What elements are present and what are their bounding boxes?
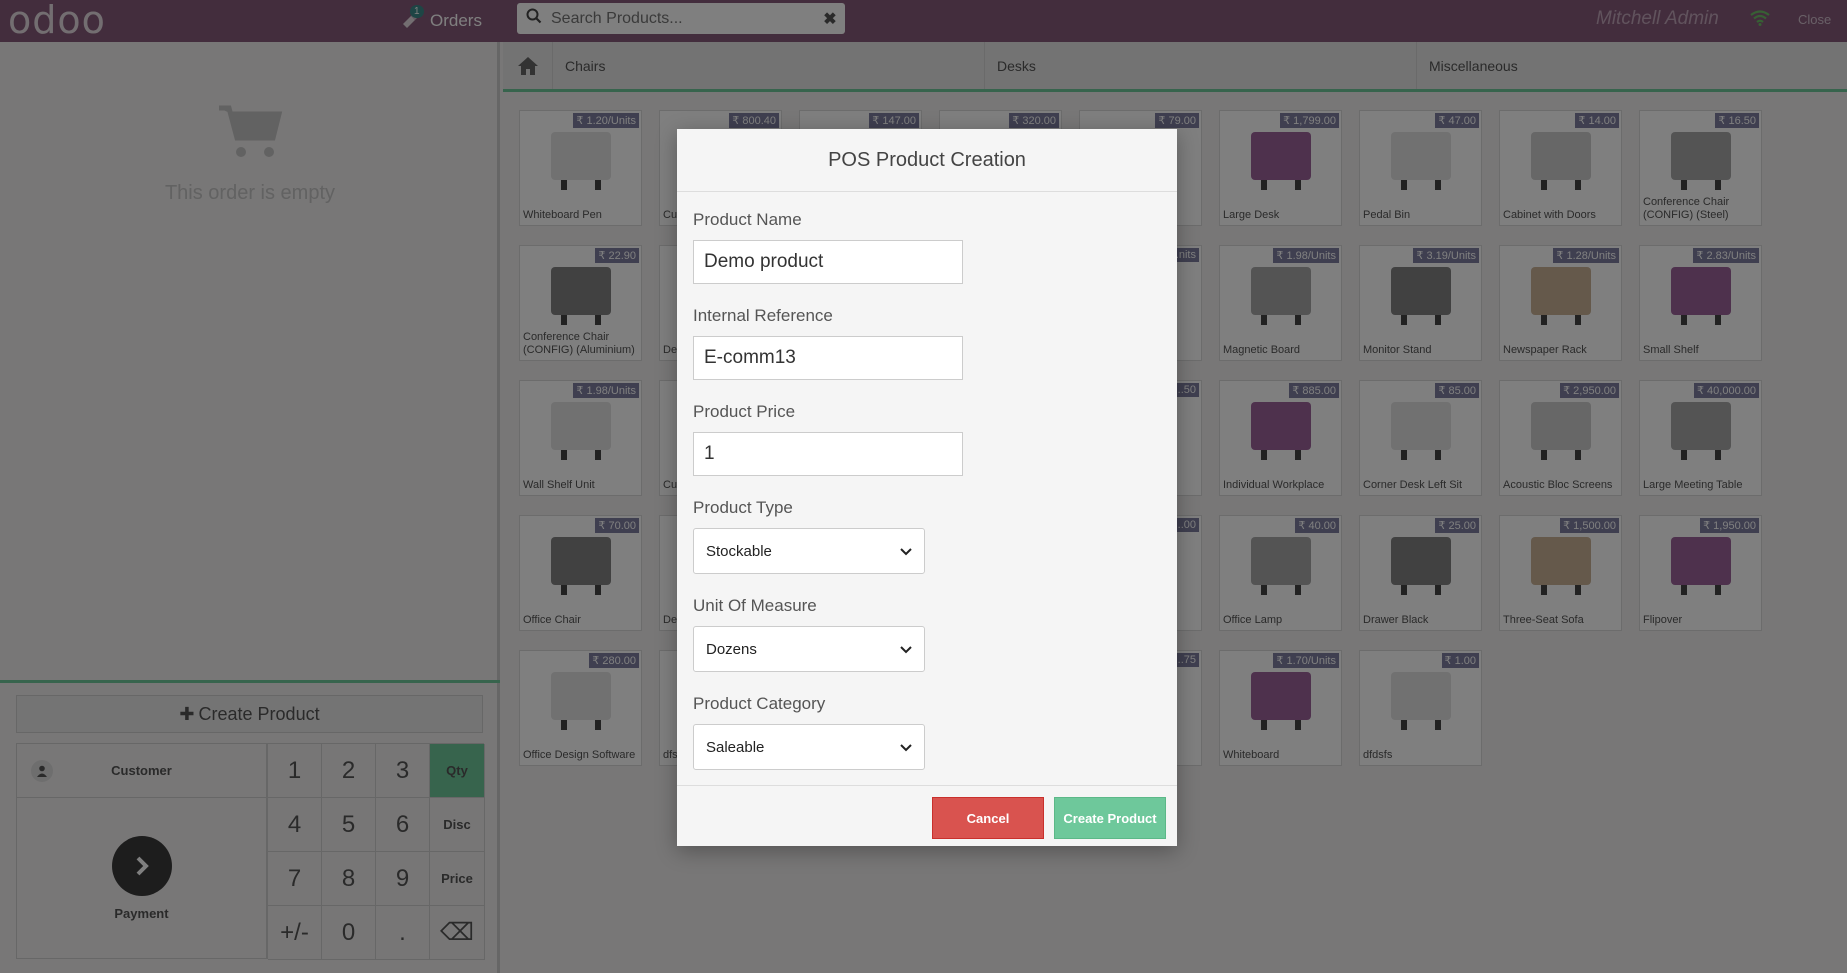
- create-product-confirm-button[interactable]: Create Product: [1054, 797, 1166, 839]
- internal-reference-label: Internal Reference: [693, 306, 833, 325]
- product-creation-dialog: POS Product Creation Product Name Intern…: [677, 129, 1177, 846]
- dialog-title: POS Product Creation: [677, 129, 1177, 192]
- product-type-select[interactable]: Stockable: [693, 528, 925, 574]
- dialog-footer: Cancel Create Product: [677, 785, 1177, 846]
- cancel-button[interactable]: Cancel: [932, 797, 1044, 839]
- product-type-label: Product Type: [693, 498, 793, 517]
- product-category-select[interactable]: Saleable: [693, 724, 925, 770]
- internal-reference-input[interactable]: [693, 336, 963, 380]
- unit-of-measure-label: Unit Of Measure: [693, 596, 817, 615]
- product-category-value: Saleable: [706, 738, 765, 756]
- product-name-input[interactable]: [693, 240, 963, 284]
- product-category-label: Product Category: [693, 694, 826, 713]
- unit-of-measure-value: Dozens: [706, 640, 757, 658]
- chevron-down-icon: [900, 740, 912, 755]
- unit-of-measure-select[interactable]: Dozens: [693, 626, 925, 672]
- chevron-down-icon: [900, 642, 912, 657]
- chevron-down-icon: [900, 544, 912, 559]
- product-price-input[interactable]: [693, 432, 963, 476]
- product-price-label: Product Price: [693, 402, 796, 421]
- product-type-value: Stockable: [706, 542, 772, 560]
- product-name-label: Product Name: [693, 210, 802, 229]
- dialog-body: Product Name Internal Reference Product …: [677, 192, 1177, 785]
